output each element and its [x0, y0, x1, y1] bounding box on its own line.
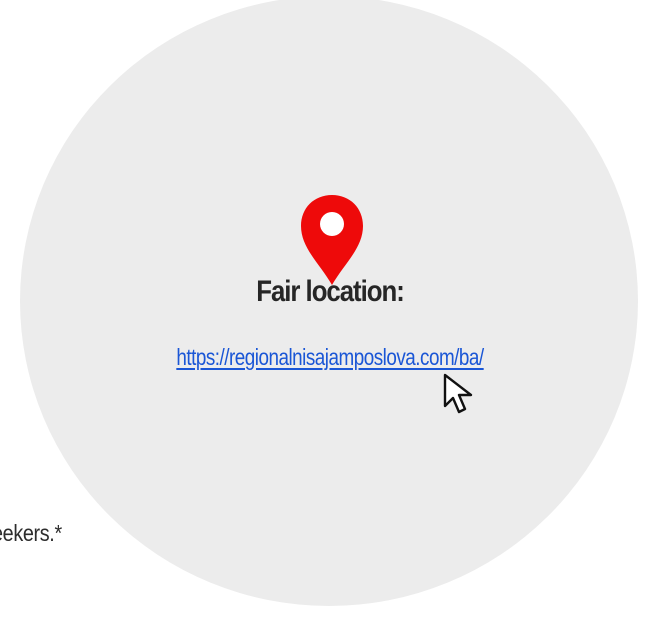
location-link[interactable]: https://regionalnisajamposlova.com/ba/	[59, 340, 600, 374]
mouse-pointer-icon	[443, 373, 473, 414]
truncated-body-text: eekers.*	[0, 520, 62, 546]
location-title: Fair location:	[256, 275, 405, 308]
slide-canvas: Fair location: https://regionalnisajampo…	[0, 0, 648, 627]
